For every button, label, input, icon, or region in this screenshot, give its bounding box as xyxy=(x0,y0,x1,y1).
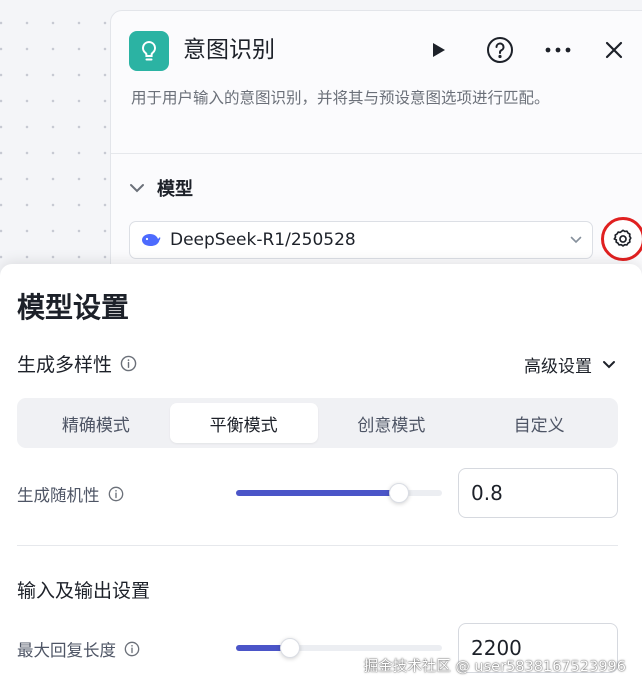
watermark: 掘金技术社区 @ user5838167523996 xyxy=(363,659,626,675)
chevron-down-icon xyxy=(603,361,615,369)
play-icon xyxy=(433,43,445,57)
model-section-label: 模型 xyxy=(157,179,193,200)
io-settings-label: 输入及输出设置 xyxy=(17,580,151,602)
tab-precise-mode[interactable]: 精确模式 xyxy=(22,403,170,443)
advanced-settings-label: 高级设置 xyxy=(524,357,592,377)
more-icon xyxy=(545,47,571,53)
max-length-slider[interactable] xyxy=(236,638,442,658)
help-icon xyxy=(487,37,513,63)
mode-tabs: 精确模式 平衡模式 创意模式 自定义 xyxy=(17,398,618,448)
tab-balanced-mode[interactable]: 平衡模式 xyxy=(169,403,318,443)
chevron-down-icon xyxy=(130,184,144,193)
info-icon[interactable] xyxy=(108,486,124,502)
chevron-down-icon xyxy=(570,236,582,244)
model-settings-panel: 模型设置 生成多样性 高级设置 精确模式 平衡模式 创意模式 自定义 生成随机性… xyxy=(0,264,642,694)
lightbulb-icon xyxy=(129,31,169,71)
selected-model-name: DeepSeek-R1/250528 xyxy=(170,230,356,250)
whale-icon xyxy=(142,234,161,246)
max-length-label: 最大回复长度 xyxy=(17,641,116,660)
slider-thumb[interactable] xyxy=(279,638,300,658)
close-button[interactable] xyxy=(597,33,631,67)
info-icon[interactable] xyxy=(124,641,140,657)
run-button[interactable] xyxy=(421,33,455,67)
settings-title: 模型设置 xyxy=(17,291,130,324)
slider-thumb[interactable] xyxy=(388,483,409,503)
tab-custom-mode[interactable]: 自定义 xyxy=(465,403,613,443)
slider-fill xyxy=(236,490,399,496)
close-icon xyxy=(605,41,623,59)
tab-creative-mode[interactable]: 创意模式 xyxy=(318,403,466,443)
info-icon[interactable] xyxy=(120,355,137,372)
max-length-row: 最大回复长度 xyxy=(17,637,140,661)
randomness-label: 生成随机性 xyxy=(17,486,100,505)
more-button[interactable] xyxy=(541,33,575,67)
divider xyxy=(17,545,618,546)
model-settings-button[interactable] xyxy=(601,217,642,261)
node-title: 意图识别 xyxy=(183,37,275,63)
randomness-row: 生成随机性 xyxy=(17,482,124,506)
advanced-settings-dropdown[interactable]: 高级设置 xyxy=(524,352,616,377)
model-select[interactable]: DeepSeek-R1/250528 xyxy=(129,221,593,259)
diversity-label: 生成多样性 xyxy=(17,354,113,376)
help-button[interactable] xyxy=(483,33,517,67)
model-section-toggle[interactable]: 模型 xyxy=(129,175,193,201)
gear-icon xyxy=(613,229,632,247)
randomness-slider[interactable] xyxy=(236,483,442,503)
diversity-row: 生成多样性 xyxy=(17,350,137,377)
randomness-input[interactable]: 0.8 xyxy=(458,468,618,518)
divider xyxy=(111,153,642,154)
node-description: 用于用户输入的意图识别，并将其与预设意图选项进行匹配。 xyxy=(131,89,550,107)
